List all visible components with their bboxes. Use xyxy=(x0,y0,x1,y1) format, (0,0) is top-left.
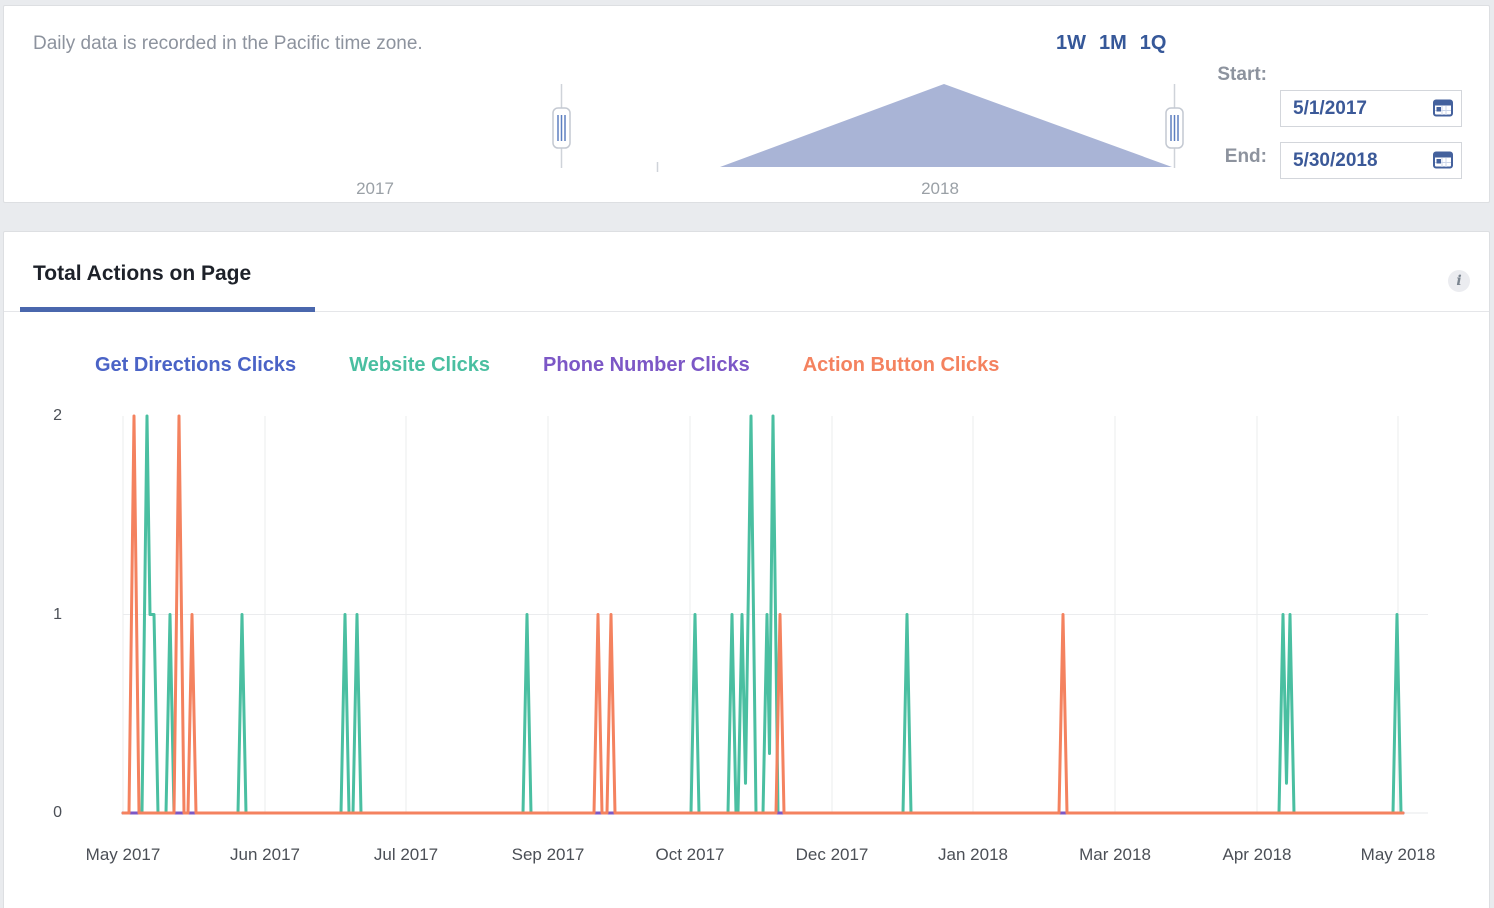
x-axis-label: Oct 2017 xyxy=(656,845,725,865)
navigator-area xyxy=(720,84,1172,167)
start-label: Start: xyxy=(1147,64,1267,86)
x-axis-label: Apr 2018 xyxy=(1223,845,1292,865)
x-axis-label: May 2017 xyxy=(86,845,161,865)
date-range-slider xyxy=(4,6,1494,211)
info-icon-glyph: i xyxy=(1456,273,1461,289)
x-axis-label: Sep 2017 xyxy=(512,845,585,865)
x-axis-label: Dec 2017 xyxy=(796,845,869,865)
y-axis-label: 0 xyxy=(36,804,62,822)
legend-action-button-clicks[interactable]: Action Button Clicks xyxy=(803,354,1000,377)
x-axis-label: Jun 2017 xyxy=(230,845,300,865)
tab-total-actions[interactable]: Total Actions on Page xyxy=(33,262,251,286)
calendar-icon[interactable] xyxy=(1433,151,1453,169)
line-chart xyxy=(0,396,1494,866)
year-label-2018: 2018 xyxy=(921,179,959,199)
start-date-value: 5/1/2017 xyxy=(1293,91,1367,126)
legend-get-directions-clicks[interactable]: Get Directions Clicks xyxy=(95,354,296,377)
y-axis-label: 2 xyxy=(36,407,62,425)
x-axis-label: Jan 2018 xyxy=(938,845,1008,865)
chart-legend: Get Directions Clicks Website Clicks Pho… xyxy=(95,354,999,377)
end-date-value: 5/30/2018 xyxy=(1293,143,1378,178)
legend-website-clicks[interactable]: Website Clicks xyxy=(349,354,490,377)
info-icon[interactable]: i xyxy=(1448,270,1470,292)
start-date-input[interactable]: 5/1/2017 xyxy=(1280,90,1462,127)
end-date-input[interactable]: 5/30/2018 xyxy=(1280,142,1462,179)
page: Daily data is recorded in the Pacific ti… xyxy=(0,0,1494,908)
legend-phone-number-clicks[interactable]: Phone Number Clicks xyxy=(543,354,750,377)
y-axis-label: 1 xyxy=(36,606,62,624)
year-label-2017: 2017 xyxy=(356,179,394,199)
x-axis-label: Mar 2018 xyxy=(1079,845,1151,865)
date-range-panel: Daily data is recorded in the Pacific ti… xyxy=(3,5,1490,203)
x-axis-label: Jul 2017 xyxy=(374,845,438,865)
active-tab-indicator xyxy=(20,307,315,312)
x-axis-label: May 2018 xyxy=(1361,845,1436,865)
calendar-icon[interactable] xyxy=(1433,99,1453,117)
end-label: End: xyxy=(1147,146,1267,168)
slider-handle-left[interactable] xyxy=(553,84,570,168)
